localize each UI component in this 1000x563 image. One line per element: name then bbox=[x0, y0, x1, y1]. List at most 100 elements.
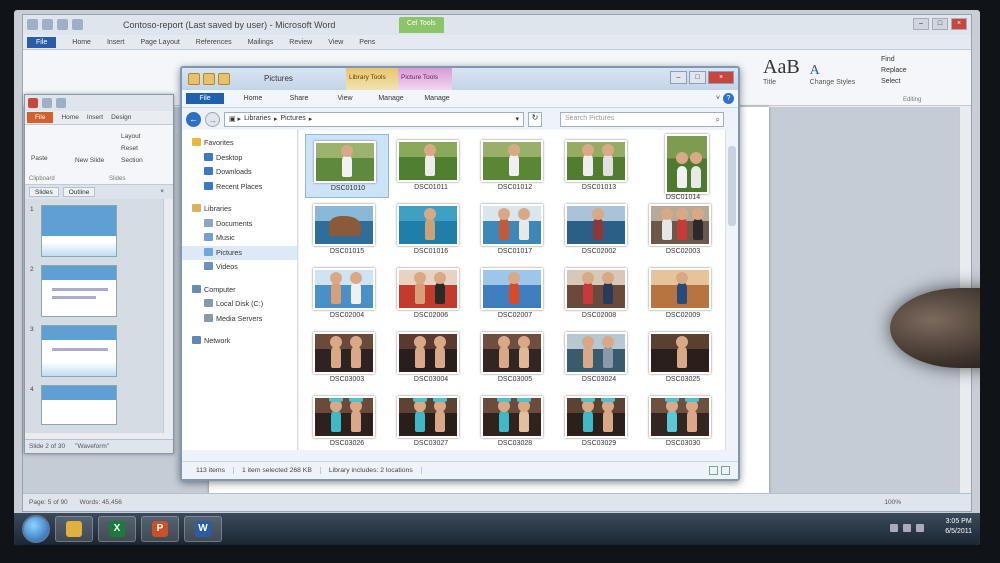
search-icon[interactable]: ⌕ bbox=[716, 115, 720, 125]
reset-button[interactable]: Reset bbox=[121, 145, 138, 152]
nav-item-libraries[interactable]: Libraries bbox=[182, 202, 297, 217]
nav-item-network[interactable]: Network bbox=[182, 334, 297, 349]
ribbon-expand-chevron-icon[interactable]: ˅ bbox=[716, 95, 720, 102]
explorer-tab-share[interactable]: Share bbox=[276, 95, 322, 102]
nav-item-local-disk-c[interactable]: Local Disk (C:) bbox=[182, 297, 297, 312]
address-dropdown-icon[interactable]: ▾ bbox=[515, 115, 519, 124]
close-button[interactable]: × bbox=[708, 71, 734, 84]
volume-icon[interactable] bbox=[916, 524, 924, 532]
paste-button[interactable]: Paste bbox=[31, 155, 48, 162]
file-tile[interactable]: DSC03025 bbox=[641, 326, 725, 390]
file-tile[interactable]: DSC02002 bbox=[557, 198, 641, 262]
taskbar-excel-button[interactable]: X bbox=[98, 516, 136, 542]
minimize-button[interactable]: – bbox=[670, 71, 687, 84]
breadcrumb-libraries[interactable]: Libraries bbox=[244, 115, 271, 124]
clock[interactable]: 3:05 PM 6/5/2011 bbox=[945, 517, 972, 537]
word-context-tab[interactable]: Cel Tools bbox=[399, 17, 444, 33]
tab-outline[interactable]: Outline bbox=[62, 187, 96, 197]
file-tile[interactable]: DSC02003 bbox=[641, 198, 725, 262]
word-tab-page-layout[interactable]: Page Layout bbox=[140, 39, 179, 46]
ppt-tab-design[interactable]: Design bbox=[111, 114, 131, 121]
word-app-icon[interactable] bbox=[27, 19, 38, 30]
save-icon[interactable] bbox=[42, 19, 53, 30]
scrollbar-thumb[interactable] bbox=[728, 146, 736, 226]
slide-thumbnail-4[interactable]: 4 bbox=[30, 385, 117, 425]
help-icon[interactable]: ? bbox=[723, 93, 734, 104]
network-icon[interactable] bbox=[903, 524, 911, 532]
select-button[interactable]: Select bbox=[881, 78, 907, 85]
file-tile[interactable]: DSC02008 bbox=[557, 262, 641, 326]
breadcrumb-pictures[interactable]: Pictures bbox=[280, 115, 305, 124]
start-button[interactable] bbox=[22, 515, 50, 543]
file-tile[interactable]: DSC01013 bbox=[557, 134, 641, 198]
find-button[interactable]: Find bbox=[881, 56, 907, 63]
nav-item-videos[interactable]: Videos bbox=[182, 260, 297, 275]
nav-item-downloads[interactable]: Downloads bbox=[182, 165, 297, 180]
explorer-tab-home[interactable]: Home bbox=[230, 95, 276, 102]
word-tab-review[interactable]: Review bbox=[289, 39, 312, 46]
slide-thumbnail-3[interactable]: 3 bbox=[30, 325, 117, 377]
flag-icon[interactable] bbox=[890, 524, 898, 532]
large-icons-view-icon[interactable] bbox=[721, 466, 730, 475]
file-tile[interactable]: DSC03029 bbox=[557, 390, 641, 454]
explorer-tab-file[interactable]: File bbox=[186, 93, 224, 104]
file-tile[interactable]: DSC03003 bbox=[305, 326, 389, 390]
word-tab-pens[interactable]: Pens bbox=[359, 39, 375, 46]
picture-tools-tab[interactable]: Picture Tools bbox=[398, 68, 452, 90]
save-icon[interactable] bbox=[42, 98, 52, 108]
ppt-tab-file[interactable]: File bbox=[27, 112, 54, 123]
back-arrow-icon[interactable]: ← bbox=[186, 111, 201, 127]
maximize-button[interactable]: □ bbox=[932, 18, 948, 30]
nav-item-desktop[interactable]: Desktop bbox=[182, 151, 297, 166]
file-tile[interactable]: DSC03030 bbox=[641, 390, 725, 454]
nav-item-recent-places[interactable]: Recent Places bbox=[182, 180, 297, 195]
library-tools-tab[interactable]: Library Tools bbox=[346, 68, 398, 90]
word-tab-view[interactable]: View bbox=[328, 39, 343, 46]
ppt-tab-home[interactable]: Home bbox=[61, 114, 78, 121]
taskbar-word-button[interactable]: W bbox=[184, 516, 222, 542]
nav-item-pictures[interactable]: Pictures bbox=[182, 245, 297, 260]
file-tile[interactable]: DSC03005 bbox=[473, 326, 557, 390]
ppt-tab-insert[interactable]: Insert bbox=[87, 114, 103, 121]
replace-button[interactable]: Replace bbox=[881, 67, 907, 74]
file-tile[interactable]: DSC01011 bbox=[389, 134, 473, 198]
nav-item-media-servers[interactable]: Media Servers bbox=[182, 312, 297, 327]
slide-thumbnail-1[interactable]: 1 bbox=[30, 205, 117, 257]
file-tile[interactable]: DSC01016 bbox=[389, 198, 473, 262]
close-icon[interactable]: × bbox=[155, 187, 169, 197]
word-zoom-level[interactable]: 100% bbox=[884, 499, 901, 506]
new-slide-button[interactable]: New Slide bbox=[75, 157, 104, 164]
maximize-button[interactable]: □ bbox=[689, 71, 706, 84]
file-tile[interactable]: DSC01017 bbox=[473, 198, 557, 262]
file-list-scrollbar[interactable] bbox=[725, 130, 738, 450]
file-tile[interactable]: DSC02007 bbox=[473, 262, 557, 326]
file-tile[interactable]: DSC01015 bbox=[305, 198, 389, 262]
file-tile[interactable]: DSC02009 bbox=[641, 262, 725, 326]
file-tile[interactable]: DSC01014 bbox=[641, 134, 725, 201]
details-view-icon[interactable] bbox=[709, 466, 718, 475]
address-field[interactable]: ▣ ▸ Libraries ▸ Pictures ▸ ▾ bbox=[224, 111, 524, 127]
tab-slides[interactable]: Slides bbox=[29, 187, 59, 197]
change-styles-button[interactable]: A Change Styles bbox=[810, 63, 856, 86]
file-tile[interactable]: DSC03026 bbox=[305, 390, 389, 454]
file-tile[interactable]: DSC03028 bbox=[473, 390, 557, 454]
word-tab-file[interactable]: File bbox=[27, 36, 57, 48]
word-tab-references[interactable]: References bbox=[196, 39, 232, 46]
layout-button[interactable]: Layout bbox=[121, 133, 141, 140]
taskbar-explorer-button[interactable] bbox=[55, 516, 93, 542]
new-folder-icon[interactable] bbox=[218, 73, 230, 85]
ppt-app-icon[interactable] bbox=[28, 98, 38, 108]
taskbar-powerpoint-button[interactable]: P bbox=[141, 516, 179, 542]
file-tile[interactable]: DSC01012 bbox=[473, 134, 557, 198]
ppt-vertical-scrollbar[interactable] bbox=[163, 199, 173, 433]
word-tab-mailings[interactable]: Mailings bbox=[248, 39, 274, 46]
file-tile[interactable]: DSC03004 bbox=[389, 326, 473, 390]
close-button[interactable]: × bbox=[951, 18, 967, 30]
undo-icon[interactable] bbox=[56, 98, 66, 108]
undo-icon[interactable] bbox=[57, 19, 68, 30]
file-tile[interactable]: DSC02004 bbox=[305, 262, 389, 326]
search-input[interactable]: Search Pictures ⌕ bbox=[560, 111, 724, 127]
file-tile[interactable]: DSC03027 bbox=[389, 390, 473, 454]
file-tile[interactable]: DSC03024 bbox=[557, 326, 641, 390]
explorer-tab-view[interactable]: View bbox=[322, 95, 368, 102]
